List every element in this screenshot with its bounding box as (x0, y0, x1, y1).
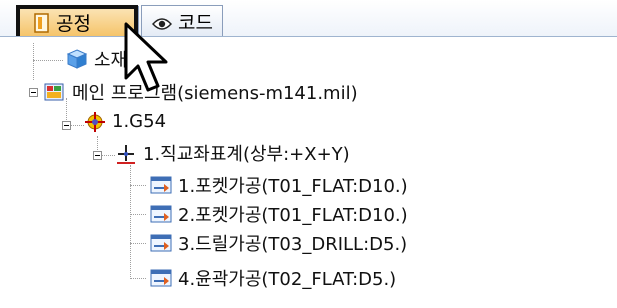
program-icon (44, 82, 66, 102)
tree-item-label: 4.윤곽가공(T02_FLAT:D5.) (178, 269, 397, 290)
tree-item-g54[interactable]: 1.G54 (84, 109, 166, 133)
mouse-pointer-icon (120, 20, 180, 100)
tree-line (130, 185, 146, 186)
tree-line (130, 214, 146, 215)
tree-item-label: 1.직교좌표계(상부:+X+Y) (143, 144, 350, 165)
tree-item-operation[interactable]: 2.포켓가공(T01_FLAT:D10.) (150, 202, 408, 226)
collapse-toggle[interactable] (29, 88, 38, 97)
tree-line (130, 243, 146, 244)
tree-item-operation[interactable]: 1.포켓가공(T01_FLAT:D10.) (150, 173, 408, 197)
tree-item-label: 3.드릴가공(T03_DRILL:D5.) (178, 234, 408, 255)
process-tree: 소재 메인 프로그램(siemens-m141.mil) 1.G54 1.직교좌… (0, 37, 617, 308)
tree-item-label: 2.포켓가공(T01_FLAT:D10.) (178, 205, 408, 226)
coordinate-axes-icon (115, 143, 137, 164)
tree-item-material[interactable]: 소재 (66, 47, 127, 71)
tab-code-label: 코드 (178, 11, 213, 34)
tree-line (130, 278, 146, 279)
operation-icon (150, 204, 172, 224)
tree-item-operation[interactable]: 4.윤곽가공(T02_FLAT:D5.) (150, 266, 396, 290)
tree-item-label: 메인 프로그램(siemens-m141.mil) (72, 83, 358, 104)
operation-icon (150, 268, 172, 288)
tree-line (33, 60, 63, 61)
collapse-toggle[interactable] (93, 151, 102, 160)
tree-item-label: 1.G54 (112, 110, 167, 132)
operation-icon (150, 175, 172, 195)
tree-line (70, 125, 84, 126)
tree-item-operation[interactable]: 3.드릴가공(T03_DRILL:D5.) (150, 231, 407, 255)
tab-strip: 공정 코드 (0, 0, 617, 37)
tree-line (130, 165, 131, 279)
collapse-toggle[interactable] (62, 121, 71, 130)
tree-line (101, 155, 115, 156)
operation-icon (150, 233, 172, 253)
work-offset-icon (84, 111, 106, 132)
tree-item-main-program[interactable]: 메인 프로그램(siemens-m141.mil) (44, 80, 358, 104)
process-doc-icon (34, 12, 50, 33)
cube-icon (66, 49, 88, 69)
tree-line (33, 43, 34, 80)
tree-item-label: 1.포켓가공(T01_FLAT:D10.) (178, 176, 408, 197)
tree-item-coordinate-system[interactable]: 1.직교좌표계(상부:+X+Y) (115, 141, 350, 165)
tab-process-label: 공정 (56, 13, 91, 35)
